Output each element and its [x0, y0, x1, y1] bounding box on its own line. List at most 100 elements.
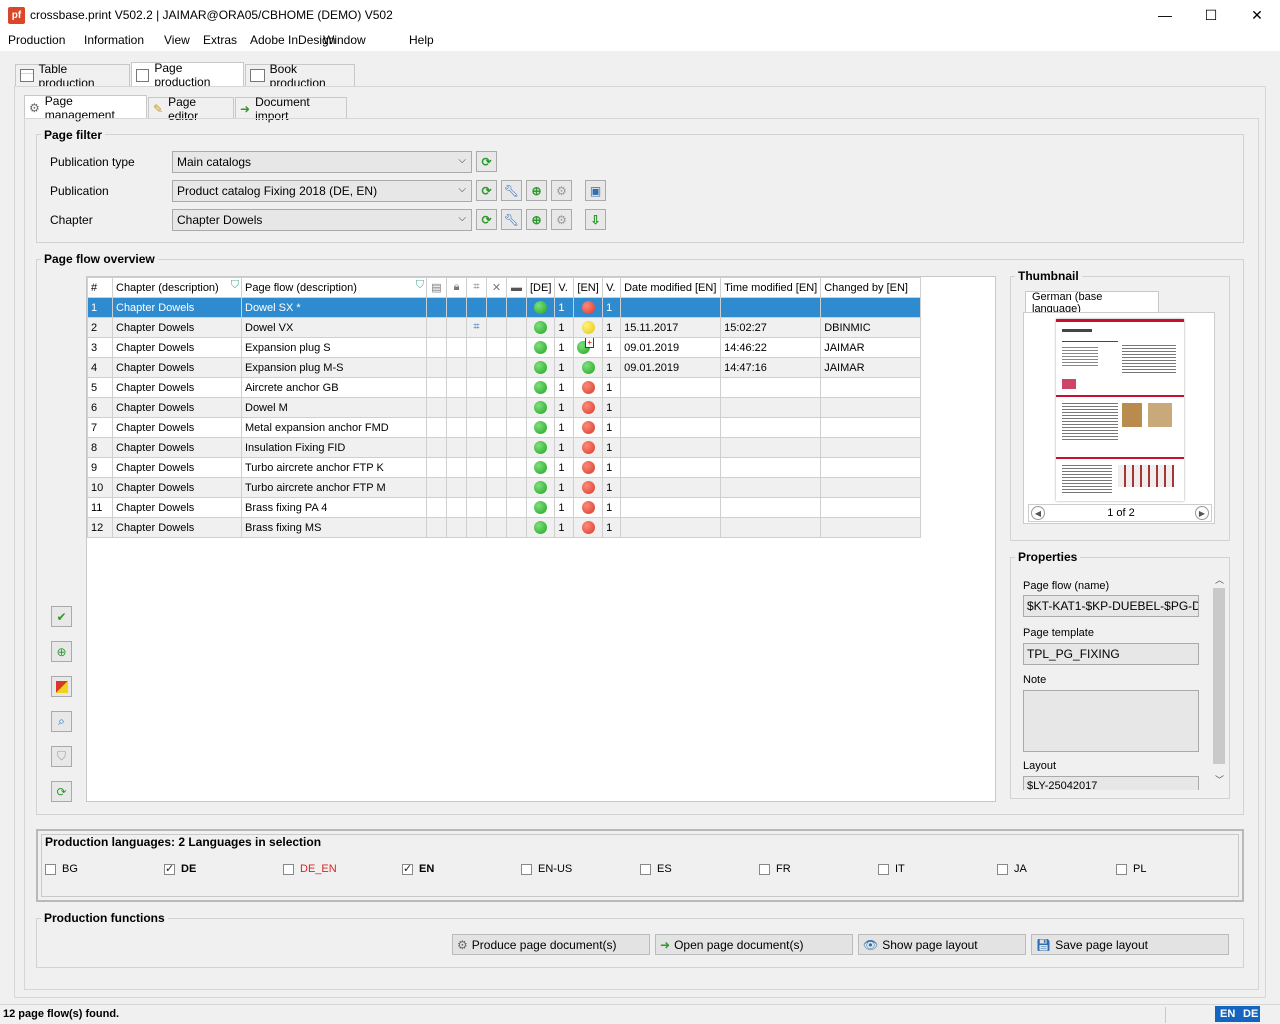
add-page-flow-button[interactable]: ⊕ [51, 641, 72, 662]
language-checkbox[interactable] [521, 863, 532, 875]
page-flow-cell[interactable]: Dowel M [241, 397, 427, 418]
de-status-cell[interactable] [525, 357, 556, 378]
edit-button[interactable]: 🔧︎ [501, 209, 522, 230]
column-header[interactable]: [DE] [525, 277, 556, 298]
lock-cell[interactable] [446, 457, 467, 478]
chapter-cell[interactable]: Chapter Dowels [112, 437, 242, 458]
column-header[interactable]: Time modified [EN] [720, 277, 822, 298]
add-button[interactable]: ⊕ [526, 209, 547, 230]
chapter-cell[interactable]: Chapter Dowels [112, 317, 242, 338]
row-number[interactable]: 2 [87, 317, 113, 338]
de-status-cell[interactable] [525, 337, 556, 358]
scroll-up-icon[interactable]: ︿ [1215, 573, 1224, 586]
row-number[interactable]: 9 [87, 457, 113, 478]
chapter-cell[interactable]: Chapter Dowels [112, 397, 242, 418]
page-flow-cell[interactable]: Turbo aircrete anchor FTP K [241, 457, 427, 478]
tab-document-import[interactable]: ➜ Document import [235, 95, 347, 123]
de-status-cell[interactable] [525, 297, 556, 318]
changed-by-cell[interactable] [820, 517, 922, 538]
en-version-cell[interactable]: 1 [602, 297, 622, 318]
en-version-cell[interactable]: 1 [602, 477, 622, 498]
page-flow-cell[interactable]: Expansion plug M-S [241, 357, 427, 378]
delete-cell[interactable] [486, 437, 507, 458]
language-checkbox[interactable] [283, 863, 294, 875]
archive-cell[interactable] [506, 397, 527, 418]
column-header-status[interactable]: ▤ [426, 277, 447, 298]
delete-cell[interactable] [486, 337, 507, 358]
settings-button[interactable]: ⚙ [551, 209, 572, 230]
table-row[interactable]: 11 Chapter Dowels Brass fixing PA 411 [87, 497, 922, 518]
chapter-cell[interactable]: Chapter Dowels [112, 477, 242, 498]
de-status-cell[interactable] [525, 477, 556, 498]
row-number[interactable]: 1 [87, 297, 113, 318]
column-header[interactable]: Chapter (description) ⛉ [112, 277, 242, 298]
archive-cell[interactable] [506, 437, 527, 458]
page-flow-cell[interactable]: Expansion plug S [241, 337, 427, 358]
refresh-button[interactable]: ⟳ [476, 209, 497, 230]
de-status-cell[interactable] [525, 377, 556, 398]
page-flow-cell[interactable]: Brass fixing PA 4 [241, 497, 427, 518]
page-flow-cell[interactable]: Metal expansion anchor FMD [241, 417, 427, 438]
time-modified-cell[interactable]: 14:46:22 [720, 337, 822, 358]
table-row[interactable]: 5 Chapter Dowels Aircrete anchor GB 1 1 [87, 377, 922, 398]
menu-extras[interactable]: Extras [203, 33, 237, 47]
time-modified-cell[interactable]: 14:47:16 [720, 357, 822, 378]
column-header[interactable]: # [87, 277, 113, 298]
settings-button[interactable]: ⚙ [551, 180, 572, 201]
archive-cell[interactable] [506, 357, 527, 378]
chapter-cell[interactable]: Chapter Dowels [112, 457, 242, 478]
page-template-field[interactable]: TPL_PG_FIXING [1023, 643, 1199, 665]
chapter-cell[interactable]: Chapter Dowels [112, 297, 242, 318]
en-version-cell[interactable]: 1 [602, 457, 622, 478]
lock-cell[interactable] [446, 297, 467, 318]
tab-german-base-language[interactable]: German (base language) [1025, 291, 1159, 315]
date-modified-cell[interactable] [620, 517, 722, 538]
en-version-cell[interactable]: 1 [602, 497, 622, 518]
column-header[interactable]: [EN] [573, 277, 604, 298]
refresh-button[interactable]: ⟳ [476, 151, 497, 172]
chapter-cell[interactable]: Chapter Dowels [112, 377, 242, 398]
date-modified-cell[interactable] [620, 497, 722, 518]
row-number[interactable]: 6 [87, 397, 113, 418]
save-page-layout-button[interactable]: 💾︎ Save page layout [1031, 934, 1229, 955]
de-status-cell[interactable] [525, 517, 556, 538]
lock-cell[interactable] [446, 317, 467, 338]
lock-cell[interactable] [446, 497, 467, 518]
de-version-cell[interactable]: 1 [554, 317, 575, 338]
language-checkbox[interactable] [640, 863, 651, 875]
de-version-cell[interactable]: 1 [554, 477, 575, 498]
en-status-cell[interactable]: + [573, 337, 604, 358]
menu-help[interactable]: Help [409, 33, 434, 47]
lock-cell[interactable] [446, 517, 467, 538]
archive-cell[interactable] [506, 477, 527, 498]
status-language-en[interactable]: EN [1215, 1006, 1241, 1022]
delete-cell[interactable] [486, 417, 507, 438]
layout-cell[interactable] [466, 337, 487, 358]
language-option-de_en[interactable]: DE_EN [283, 863, 337, 875]
archive-cell[interactable] [506, 517, 527, 538]
en-status-cell[interactable] [573, 297, 604, 318]
approve-button[interactable]: ✔ [51, 606, 72, 627]
layout-cell[interactable] [466, 517, 487, 538]
date-modified-cell[interactable]: 09.01.2019 [620, 357, 722, 378]
properties-scrollbar[interactable]: ︿ ﹀ [1212, 573, 1226, 789]
scrollbar-thumb[interactable] [1213, 588, 1225, 764]
date-modified-cell[interactable] [620, 297, 722, 318]
language-option-it[interactable]: IT [878, 863, 905, 875]
language-checkbox[interactable] [1116, 863, 1127, 875]
tab-book-production[interactable]: Book production [245, 62, 355, 90]
column-header[interactable]: Page flow (description) ⛉ [241, 277, 427, 298]
column-header-layout[interactable]: ⌗ [466, 277, 487, 298]
status-cell[interactable] [426, 437, 447, 458]
column-header-lock[interactable]: 🔒︎ [446, 277, 467, 298]
chapter-cell[interactable]: Chapter Dowels [112, 417, 242, 438]
next-page-button[interactable]: ▶ [1195, 506, 1209, 520]
en-status-cell[interactable] [573, 317, 604, 338]
language-option-en-us[interactable]: EN-US [521, 863, 572, 875]
de-version-cell[interactable]: 1 [554, 377, 575, 398]
delete-cell[interactable] [486, 517, 507, 538]
changed-by-cell[interactable] [820, 497, 922, 518]
column-header-archive[interactable]: ▬ [506, 277, 527, 298]
table-row[interactable]: 4 Chapter Dowels Expansion plug M-S 1 1 09.01… [87, 357, 922, 378]
tab-page-management[interactable]: ⚙ Page management [24, 94, 147, 122]
